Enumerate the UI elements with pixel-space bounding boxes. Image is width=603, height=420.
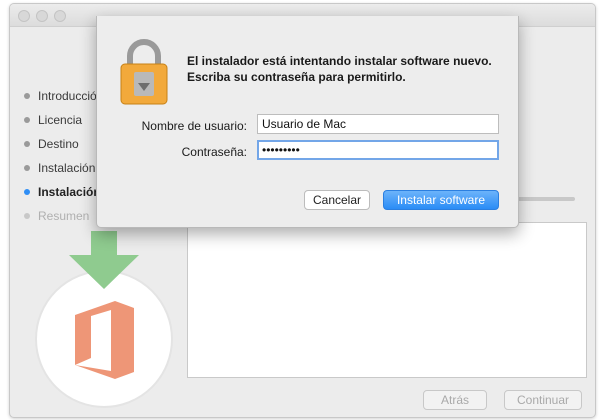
step-bullet-icon <box>24 93 30 99</box>
step-instalacion-current: Instalación <box>20 180 103 204</box>
step-bullet-icon <box>24 213 30 219</box>
download-arrow-icon <box>69 231 139 289</box>
step-label: Instalación <box>38 185 101 199</box>
installer-steps: Introducción Licencia Destino Instalació… <box>20 84 103 228</box>
dialog-message: El instalador está intentando instalar s… <box>187 54 492 84</box>
lock-icon <box>120 39 168 105</box>
install-software-button[interactable]: Instalar software <box>383 190 499 210</box>
step-label: Licencia <box>38 113 83 127</box>
continue-button[interactable]: Continuar <box>504 390 582 410</box>
step-introduccion: Introducción <box>20 84 103 108</box>
step-label: Introducción <box>38 89 104 103</box>
zoom-window-button[interactable] <box>54 10 66 22</box>
password-field[interactable] <box>257 140 499 160</box>
step-label: Destino <box>38 137 79 151</box>
step-destino: Destino <box>20 132 103 156</box>
step-tipo-instalacion: Instalación <box>20 156 103 180</box>
cancel-button[interactable]: Cancelar <box>304 190 370 210</box>
username-field[interactable] <box>257 114 499 134</box>
step-bullet-icon <box>24 165 30 171</box>
password-label: Contraseña: <box>181 145 247 159</box>
step-label: Resumen <box>38 209 90 223</box>
step-label: Instalación <box>38 161 96 175</box>
back-button[interactable]: Atrás <box>423 390 487 410</box>
step-licencia: Licencia <box>20 108 103 132</box>
content-pane <box>187 222 587 378</box>
step-resumen: Resumen <box>20 204 103 228</box>
step-bullet-icon <box>24 117 30 123</box>
minimize-window-button[interactable] <box>36 10 48 22</box>
authentication-dialog: El instalador está intentando instalar s… <box>96 16 519 228</box>
step-bullet-icon <box>24 141 30 147</box>
username-label: Nombre de usuario: <box>141 119 247 133</box>
step-bullet-icon <box>24 189 30 195</box>
close-window-button[interactable] <box>18 10 30 22</box>
